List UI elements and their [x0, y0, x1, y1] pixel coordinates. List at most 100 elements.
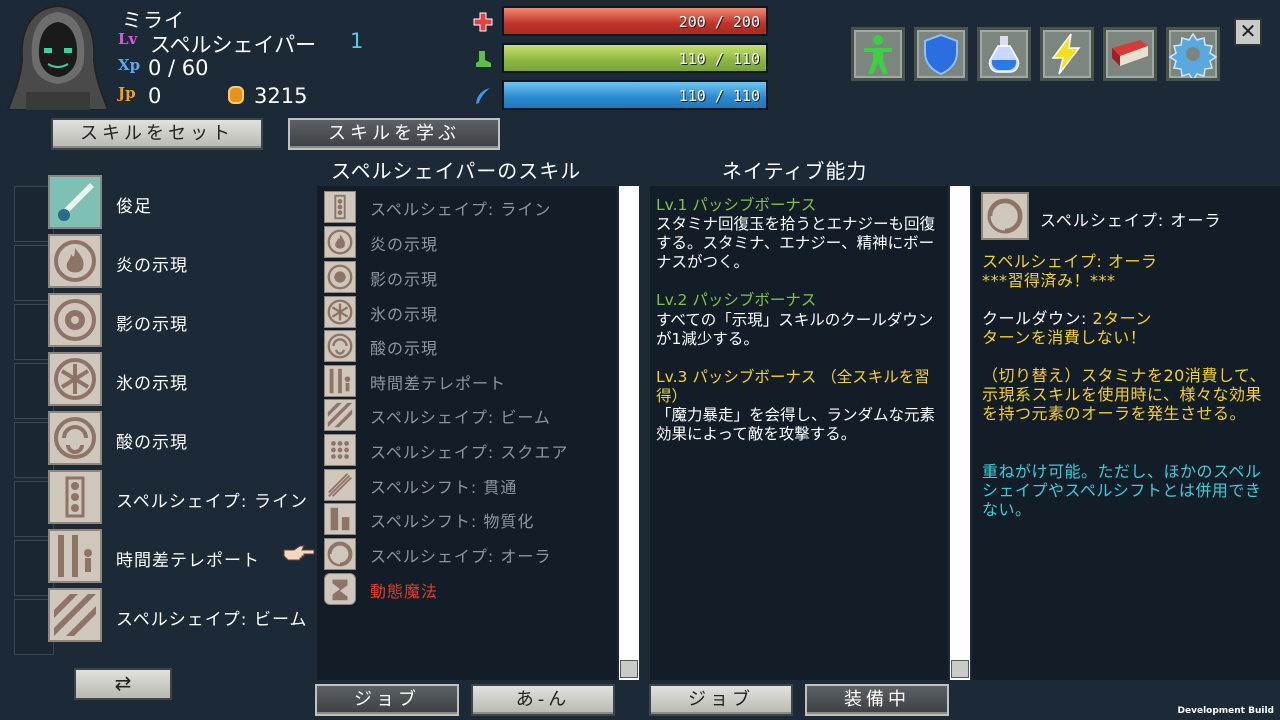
- gear-icon[interactable]: [1166, 27, 1220, 81]
- skill-list-item[interactable]: 動態魔法: [324, 573, 614, 605]
- detail-skill-name: スペルシェイプ: オーラ: [1040, 211, 1222, 230]
- detail-description: （切り替え）スタミナを20消費して、示現系スキルを使用時に、様々な効果を持つ元素…: [982, 366, 1267, 423]
- book-icon[interactable]: [1103, 27, 1157, 81]
- shadow-manifest-icon[interactable]: [48, 293, 102, 347]
- tab-learn-skill[interactable]: スキルを学ぶ: [288, 118, 500, 150]
- skill-list-item[interactable]: スペルシフト: 物質化: [324, 503, 614, 535]
- lightning-icon[interactable]: [1040, 27, 1094, 81]
- skill-list-item[interactable]: 影の示現: [324, 261, 614, 293]
- swift-feet-icon[interactable]: [48, 175, 102, 229]
- blue-feather-icon: [473, 86, 493, 106]
- skill-list-label: スペルシェイプ: ライン: [370, 200, 552, 219]
- mana-bar: 110 / 110: [502, 80, 768, 110]
- skill-list-label: 氷の示現: [370, 305, 439, 324]
- skill-list-item[interactable]: スペルシェイプ: スクエア: [324, 434, 614, 466]
- cooldown-label: クールダウン:: [982, 309, 1093, 328]
- development-build-label: Development Build: [1177, 706, 1274, 716]
- body-figure-icon[interactable]: [851, 27, 905, 81]
- skill-list-label: 時間差テレポート: [370, 374, 507, 393]
- skill-list-label: 動態魔法: [370, 582, 439, 601]
- detail-no-turn: ターンを消費しない！: [982, 328, 1147, 347]
- red-cross-icon: [473, 12, 493, 32]
- native-lv2-title: Lv.2 パッシブボーナス: [656, 291, 817, 309]
- spellshape-beam-icon[interactable]: [48, 588, 102, 642]
- equipped-slot-label: 氷の示現: [116, 374, 188, 394]
- delayed-teleport-icon[interactable]: [48, 529, 102, 583]
- detail-learned-status: ***習得済み！***: [982, 271, 1116, 290]
- class-level: 1: [350, 29, 364, 53]
- equipped-slot-label: 俊足: [116, 197, 152, 217]
- skill-list-label: スペルシフト: 物質化: [370, 512, 535, 531]
- spellshift-pierce-icon: [324, 469, 356, 501]
- native-equipped-tab[interactable]: 装備中: [805, 684, 949, 716]
- fire-manifest-icon[interactable]: [48, 234, 102, 288]
- dynamic-magic-icon: [324, 573, 356, 605]
- acid-manifest-icon[interactable]: [48, 411, 102, 465]
- jp-value: 0: [148, 84, 162, 108]
- shield-icon[interactable]: [914, 27, 968, 81]
- jp-icon: Jp: [118, 84, 136, 102]
- skill-list-item[interactable]: スペルシフト: 貫通: [324, 469, 614, 501]
- green-boot-icon: [473, 49, 493, 69]
- skill-list-label: スペルシェイプ: オーラ: [370, 547, 552, 566]
- equipped-slot-label: 影の示現: [116, 315, 188, 335]
- close-button[interactable]: ✕: [1234, 18, 1262, 46]
- skill-list-label: スペルシフト: 貫通: [370, 478, 518, 497]
- skill-list-label: スペルシェイプ: スクエア: [370, 443, 569, 462]
- spellshape-line-icon[interactable]: [48, 470, 102, 524]
- equipped-slot-label: スペルシェイプ: ビーム: [116, 610, 308, 630]
- hp-bar: 200 / 200: [502, 6, 768, 36]
- skill-list-label: 炎の示現: [370, 235, 439, 254]
- spellshape-aura-icon: [981, 192, 1029, 240]
- native-lv1-title: Lv.1 パッシブボーナス: [656, 196, 817, 214]
- skill-list-item[interactable]: 時間差テレポート: [324, 365, 614, 397]
- class-skills-heading: スペルシェイパーのスキル: [331, 159, 582, 183]
- spellshift-materialize-icon: [324, 503, 356, 535]
- spellshape-aura-icon: [324, 538, 356, 570]
- shadow-manifest-icon: [324, 261, 356, 293]
- skill-list-item[interactable]: 炎の示現: [324, 226, 614, 258]
- spellshape-line-icon: [324, 191, 356, 223]
- native-lv3-title: Lv.3 パッシブボーナス （全スキルを習得）: [656, 368, 930, 405]
- equipped-slot-label: 酸の示現: [116, 433, 188, 453]
- delayed-teleport-icon: [324, 365, 356, 397]
- skill-list-scrollbar[interactable]: [619, 186, 639, 680]
- pointing-hand-cursor-icon: [282, 544, 316, 564]
- skill-list-label: 酸の示現: [370, 339, 439, 358]
- native-lv1-body: スタミナ回復玉を拾うとエナジーも回復する。スタミナ、エナジー、精神にボーナスがつ…: [656, 215, 936, 271]
- tab-set-skill[interactable]: スキルをセット: [51, 118, 263, 150]
- equipped-slot-label: 炎の示現: [116, 256, 188, 276]
- sort-by-job-button[interactable]: ジョブ: [315, 684, 459, 716]
- native-lv2-body: すべての「示現」スキルのクールダウンが1減少する。: [656, 311, 934, 348]
- native-panel-scrollbar[interactable]: [950, 186, 970, 680]
- fire-manifest-icon: [324, 226, 356, 258]
- skill-list-item[interactable]: 酸の示現: [324, 330, 614, 362]
- native-panel-scroll-thumb[interactable]: [951, 660, 969, 678]
- detail-note: 重ねがけ可能。ただし、ほかのスペルシェイプやスペルシフトとは併用できない。: [982, 462, 1262, 519]
- skill-list-item[interactable]: スペルシェイプ: オーラ: [324, 538, 614, 570]
- skill-list-scroll-thumb[interactable]: [620, 660, 638, 678]
- skill-list-item[interactable]: 氷の示現: [324, 296, 614, 328]
- sort-by-kana-button[interactable]: あ-ん: [471, 684, 615, 716]
- cycle-slots-button[interactable]: ⇄: [74, 668, 172, 700]
- gold-value: 3215: [254, 84, 308, 108]
- skill-list-label: スペルシェイプ: ビーム: [370, 408, 551, 427]
- stamina-bar: 110 / 110: [502, 43, 768, 73]
- potion-icon[interactable]: [977, 27, 1031, 81]
- ice-manifest-icon: [324, 296, 356, 328]
- cooldown-value: 2ターン: [1092, 309, 1152, 328]
- level-icon: Lv: [118, 30, 138, 48]
- spellshape-beam-icon: [324, 399, 356, 431]
- xp-value: 0 / 60: [148, 56, 209, 80]
- native-job-tab[interactable]: ジョブ: [649, 684, 793, 716]
- skill-list-item[interactable]: スペルシェイプ: ライン: [324, 191, 614, 223]
- skill-list-label: 影の示現: [370, 270, 439, 289]
- character-portrait: [6, 2, 110, 111]
- gold-coin-icon: [228, 86, 244, 104]
- hp-text: 200 / 200: [678, 13, 760, 31]
- spellshape-square-icon: [324, 434, 356, 466]
- ice-manifest-icon[interactable]: [48, 352, 102, 406]
- skill-list-item[interactable]: スペルシェイプ: ビーム: [324, 399, 614, 431]
- native-lv3-body: 「魔力暴走」を会得し、ランダムな元素効果によって敵を攻撃する。: [656, 406, 936, 443]
- equipped-slot-label: 時間差テレポート: [116, 551, 260, 571]
